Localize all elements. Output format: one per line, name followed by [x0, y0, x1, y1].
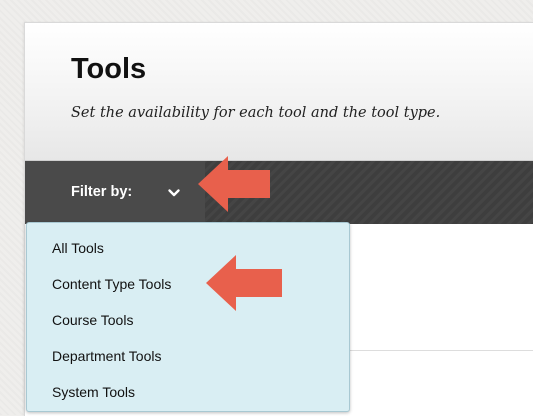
menu-item-all-tools[interactable]: All Tools [52, 237, 104, 259]
chevron-down-icon [168, 189, 180, 197]
filter-toolbar: Filter by: [25, 161, 533, 224]
page-header: Tools Set the availability for each tool… [25, 23, 533, 161]
filter-by-label: Filter by: [71, 184, 133, 200]
menu-item-course-tools[interactable]: Course Tools [52, 309, 133, 331]
menu-item-system-tools[interactable]: System Tools [52, 381, 135, 403]
menu-item-department-tools[interactable]: Department Tools [52, 345, 161, 367]
content-divider [350, 350, 533, 351]
page-title: Tools [71, 53, 147, 85]
filter-dropdown-menu: All Tools Content Type Tools Course Tool… [26, 222, 350, 412]
filter-by-button[interactable]: Filter by: [25, 161, 205, 224]
left-arrow-icon [198, 156, 270, 212]
left-arrow-icon [206, 255, 282, 311]
page-subtitle: Set the availability for each tool and t… [71, 105, 441, 121]
menu-item-content-type-tools[interactable]: Content Type Tools [52, 273, 171, 295]
